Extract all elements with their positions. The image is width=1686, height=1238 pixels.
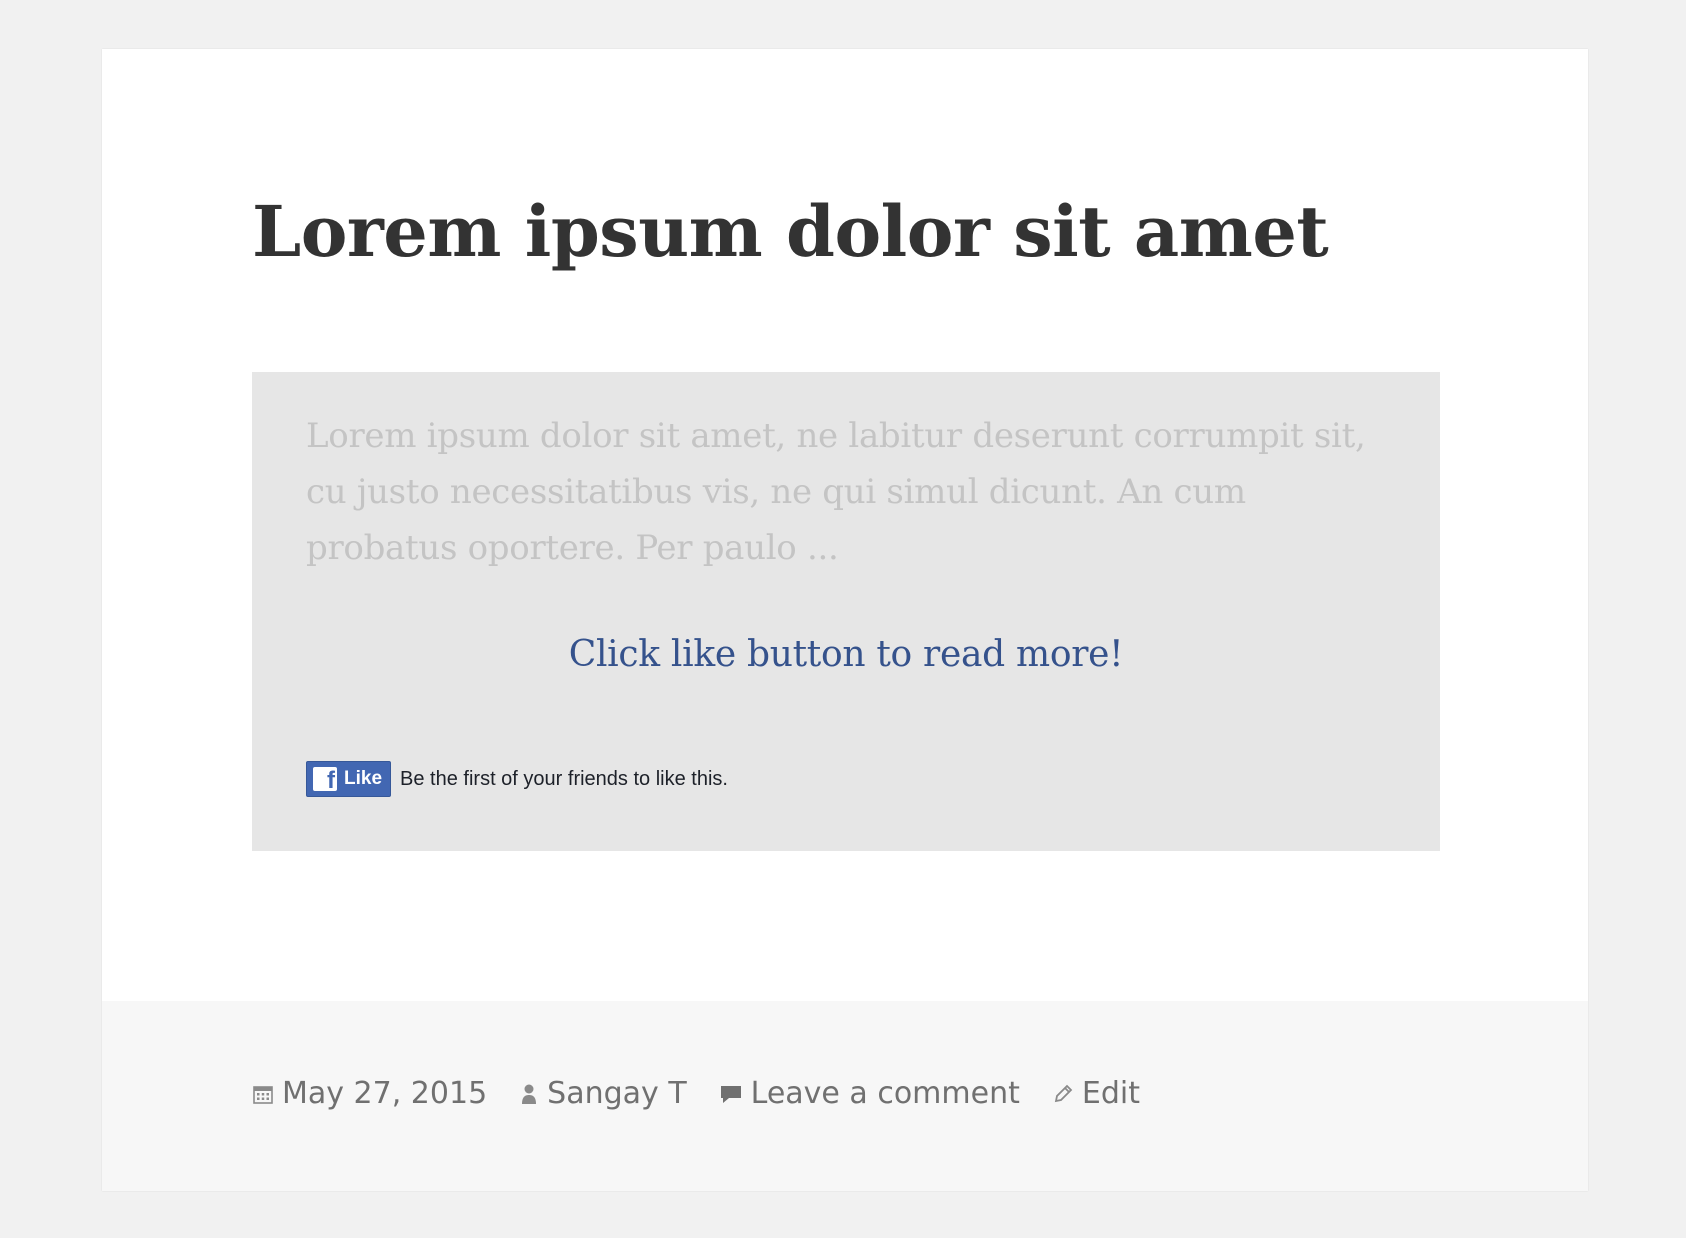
post-title: Lorem ipsum dolor sit amet	[252, 190, 1329, 273]
post-article: Lorem ipsum dolor sit amet Lorem ipsum d…	[102, 49, 1588, 1191]
post-date: May 27, 2015	[252, 1076, 487, 1111]
entry-footer: May 27, 2015 Sangay T Leave a comment Ed…	[102, 1001, 1588, 1191]
facebook-like-label: Like	[344, 768, 383, 789]
facebook-logo-icon: f	[313, 767, 337, 791]
facebook-like-button[interactable]: f Like	[306, 761, 392, 797]
post-date-link[interactable]: May 27, 2015	[282, 1076, 487, 1111]
post-meta: May 27, 2015 Sangay T Leave a comment Ed…	[252, 1076, 1140, 1111]
post-excerpt: Lorem ipsum dolor sit amet, ne labitur d…	[306, 416, 1366, 568]
content-locker-box: Lorem ipsum dolor sit amet, ne labitur d…	[252, 372, 1440, 851]
author-link[interactable]: Sangay T	[547, 1076, 686, 1111]
calendar-icon	[252, 1083, 274, 1105]
post-edit: Edit	[1052, 1076, 1140, 1111]
read-more-prompt: Click like button to read more!	[568, 634, 1124, 675]
leave-comment-link[interactable]: Leave a comment	[751, 1076, 1020, 1111]
post-author: Sangay T	[519, 1076, 687, 1111]
post-comments: Leave a comment	[719, 1076, 1020, 1111]
facebook-like-widget: f Like Be the first of your friends to l…	[306, 761, 728, 797]
pencil-icon	[1052, 1083, 1074, 1105]
person-icon	[519, 1083, 539, 1105]
edit-link[interactable]: Edit	[1082, 1076, 1140, 1111]
facebook-social-text: Be the first of your friends to like thi…	[400, 767, 728, 790]
comment-icon	[719, 1083, 743, 1105]
